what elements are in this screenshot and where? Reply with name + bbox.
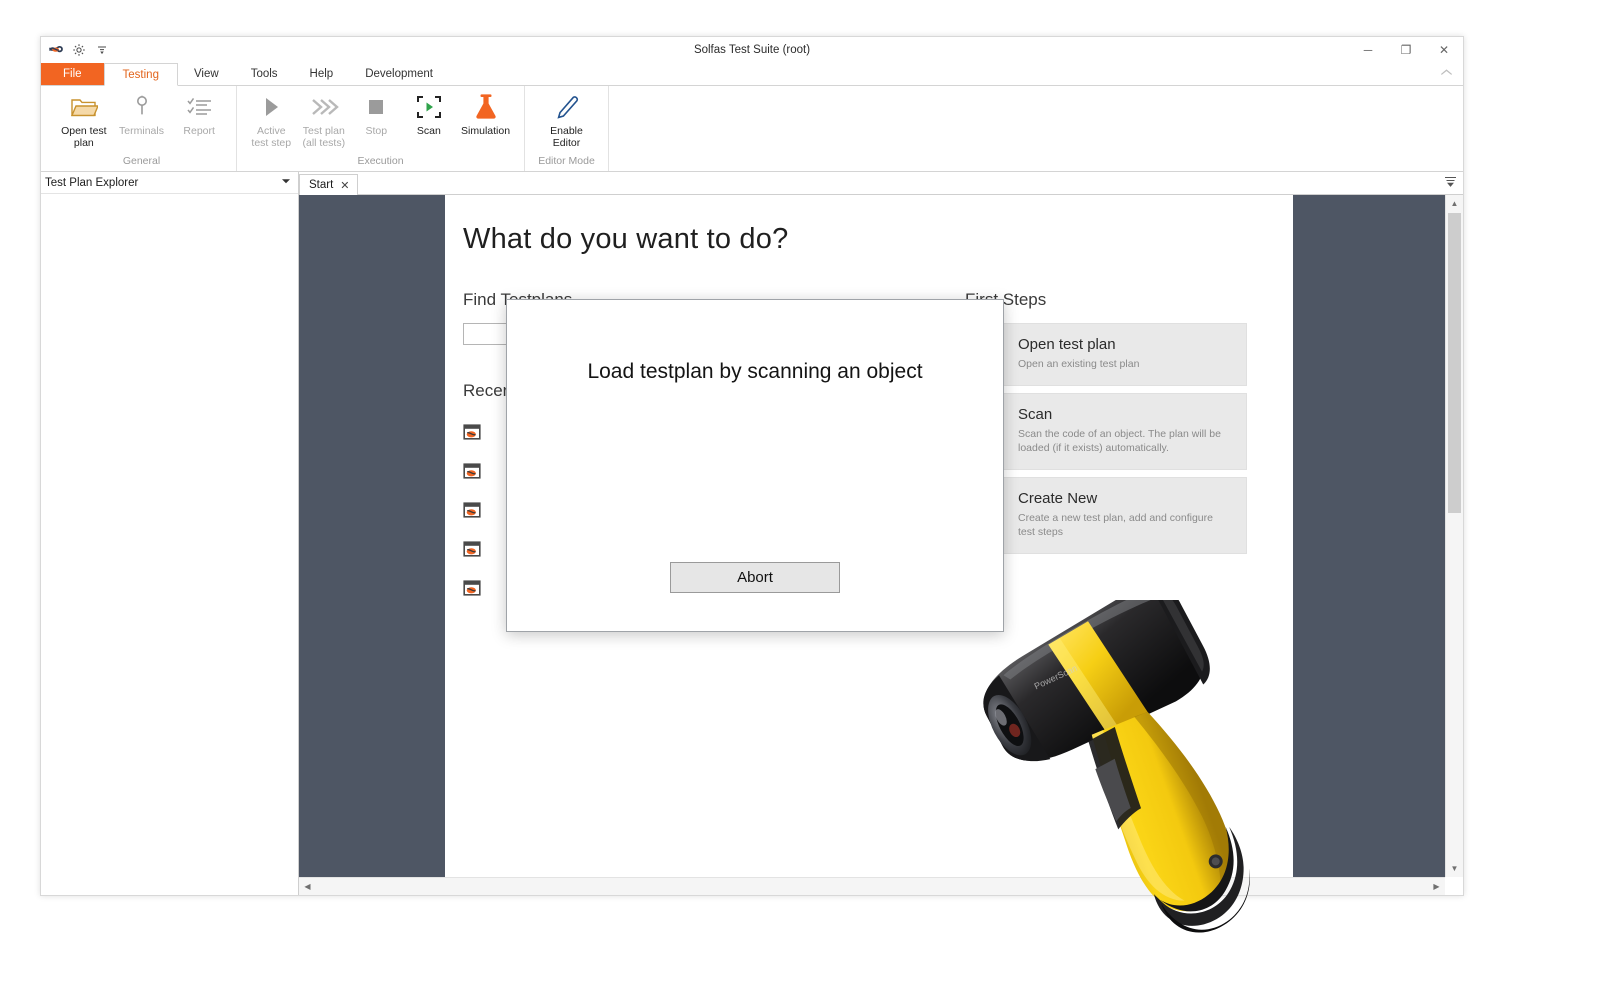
left-backdrop-panel — [299, 195, 445, 877]
pencil-icon — [554, 92, 580, 122]
testplan-file-icon — [463, 463, 481, 482]
ribbon-button-scan[interactable]: Scan — [403, 90, 456, 137]
ribbon-button-report[interactable]: Report — [170, 90, 228, 137]
scroll-down-icon[interactable]: ▼ — [1446, 860, 1463, 877]
ribbon-button-enable-editor[interactable]: Enable Editor — [536, 90, 598, 149]
testplan-file-icon — [463, 502, 481, 521]
ribbon-button-label: Enable Editor — [550, 125, 583, 149]
open-folder-icon — [70, 92, 98, 122]
window-title: Solfas Test Suite (root) — [41, 44, 1463, 56]
screenshot-root: Solfas Test Suite (root) ─ ❐ ✕ File Test… — [0, 0, 1600, 998]
card-title: Create New — [1018, 490, 1232, 508]
ribbon-button-label: Report — [183, 125, 215, 137]
testplan-file-icon — [463, 580, 481, 599]
ribbon-button-label: Stop — [366, 125, 388, 137]
ribbon-tab-tools[interactable]: Tools — [235, 63, 294, 85]
fast-forward-icon — [309, 92, 339, 122]
customize-qat-chevron-down-icon[interactable] — [94, 42, 110, 58]
ribbon-group-label: General — [55, 155, 228, 169]
document-tab-strip: Start ✕ — [299, 172, 1463, 195]
application-window: Solfas Test Suite (root) ─ ❐ ✕ File Test… — [40, 36, 1464, 896]
ribbon-button-terminals[interactable]: Terminals — [113, 90, 171, 137]
terminal-icon — [130, 92, 154, 122]
ribbon-button-label: Simulation — [461, 125, 510, 137]
ribbon-button-label: Scan — [417, 125, 441, 137]
ribbon-collapse-icon[interactable] — [1439, 66, 1455, 82]
first-steps-card-create-new[interactable]: Create New Create a new test plan, add a… — [965, 477, 1247, 554]
flask-icon — [473, 92, 499, 122]
close-button[interactable]: ✕ — [1425, 37, 1463, 63]
quick-access-toolbar — [41, 37, 110, 63]
maximize-button[interactable]: ❐ — [1387, 37, 1425, 63]
report-checklist-icon — [186, 92, 212, 122]
first-steps-section: First Steps Open — [965, 290, 1293, 609]
close-icon[interactable]: ✕ — [340, 179, 349, 192]
scan-frame-icon — [416, 92, 442, 122]
ribbon-tab-file[interactable]: File — [41, 63, 104, 85]
card-description: Open an existing test plan — [1018, 357, 1139, 371]
title-bar: Solfas Test Suite (root) ─ ❐ ✕ — [41, 37, 1463, 63]
ribbon: Open test plan Terminals — [41, 86, 1463, 172]
ribbon-group-general: Open test plan Terminals — [47, 86, 237, 171]
ribbon-button-stop[interactable]: Stop — [350, 90, 403, 137]
ribbon-button-label: Open test plan — [61, 125, 107, 149]
card-title: Open test plan — [1018, 336, 1139, 354]
test-plan-explorer-header: Test Plan Explorer — [41, 172, 298, 194]
document-tab-label: Start — [309, 179, 333, 191]
horizontal-scrollbar[interactable]: ◀ ▶ — [299, 877, 1445, 895]
testplan-file-icon — [463, 541, 481, 560]
test-plan-explorer-title: Test Plan Explorer — [45, 177, 138, 189]
app-logo-icon[interactable] — [48, 42, 64, 58]
ribbon-button-simulation[interactable]: Simulation — [455, 90, 516, 137]
scan-dialog-message: Load testplan by scanning an object — [507, 360, 1003, 384]
window-controls: ─ ❐ ✕ — [1349, 37, 1463, 63]
ribbon-tab-view[interactable]: View — [178, 63, 235, 85]
scroll-right-icon[interactable]: ▶ — [1428, 878, 1445, 895]
ribbon-group-editor-mode: Enable Editor Editor Mode — [525, 86, 609, 171]
vertical-scrollbar[interactable]: ▲ ▼ — [1445, 195, 1463, 877]
ribbon-tab-development[interactable]: Development — [349, 63, 449, 85]
card-title: Scan — [1018, 406, 1232, 424]
page-title: What do you want to do? — [463, 223, 1293, 256]
scroll-up-icon[interactable]: ▲ — [1446, 195, 1463, 212]
ribbon-group-label: Editor Mode — [533, 155, 600, 169]
ribbon-button-label: Terminals — [119, 125, 164, 137]
ribbon-tab-help[interactable]: Help — [294, 63, 350, 85]
play-icon — [259, 92, 283, 122]
test-plan-explorer-body[interactable] — [41, 194, 298, 895]
ribbon-button-open-test-plan[interactable]: Open test plan — [55, 90, 113, 149]
minimize-button[interactable]: ─ — [1349, 37, 1387, 63]
explorer-chevron-down-icon[interactable] — [280, 175, 292, 190]
abort-button[interactable]: Abort — [670, 562, 840, 593]
scroll-left-icon[interactable]: ◀ — [299, 878, 316, 895]
card-description: Create a new test plan, add and configur… — [1018, 511, 1232, 539]
ribbon-button-label: Active test step — [251, 125, 291, 149]
ribbon-button-active-test-step[interactable]: Active test step — [245, 90, 298, 149]
vertical-scroll-thumb[interactable] — [1448, 213, 1461, 513]
stop-square-icon — [365, 92, 387, 122]
scan-dialog: Load testplan by scanning an object Abor… — [506, 299, 1004, 632]
ribbon-tab-strip: File Testing View Tools Help Development — [41, 63, 1463, 86]
ribbon-group-execution: Active test step Te — [237, 86, 525, 171]
ribbon-button-label: Test plan (all tests) — [303, 125, 346, 149]
right-backdrop-panel — [1293, 195, 1445, 877]
ribbon-tab-testing[interactable]: Testing — [104, 63, 178, 86]
settings-gear-icon[interactable] — [71, 42, 87, 58]
first-steps-card-open-test-plan[interactable]: Open test plan Open an existing test pla… — [965, 323, 1247, 386]
first-steps-card-scan[interactable]: Scan Scan the code of an object. The pla… — [965, 393, 1247, 470]
ribbon-button-test-plan-all-tests[interactable]: Test plan (all tests) — [298, 90, 351, 149]
card-description: Scan the code of an object. The plan wil… — [1018, 427, 1232, 455]
ribbon-group-label: Execution — [245, 155, 516, 169]
first-steps-heading: First Steps — [965, 290, 1293, 310]
tabstrip-overflow-icon[interactable] — [1444, 175, 1457, 191]
document-tab-start[interactable]: Start ✕ — [299, 174, 358, 195]
testplan-file-icon — [463, 424, 481, 443]
test-plan-explorer-panel: Test Plan Explorer — [41, 172, 299, 895]
